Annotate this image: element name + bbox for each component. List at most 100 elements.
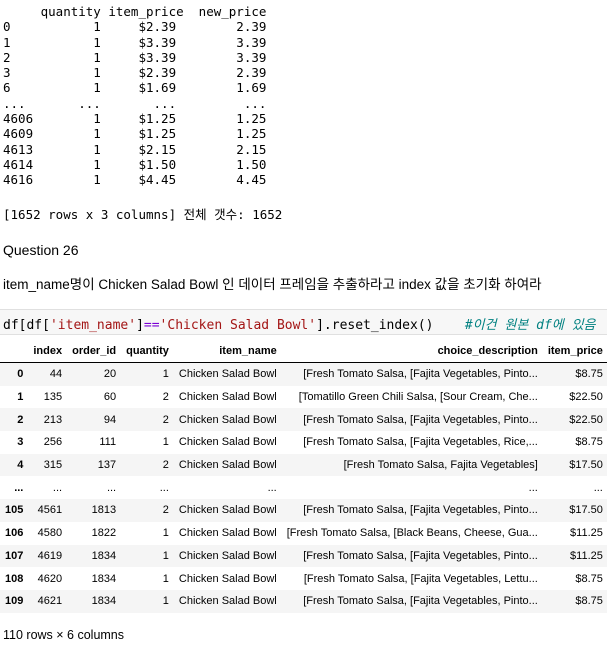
table-cell: 1 — [121, 589, 174, 613]
code-operator: == — [143, 318, 160, 333]
table-cell: [Fresh Tomato Salsa, [Fajita Vegetables,… — [281, 362, 543, 386]
column-header: order_id — [67, 340, 122, 363]
table-cell: 213 — [28, 408, 68, 432]
rows-summary: 110 rows × 6 columns — [3, 628, 125, 642]
table-row: 1 135 60 2 Chicken Salad Bowl [Tomatillo Gree… — [0, 386, 607, 409]
table-cell: 1 — [121, 544, 174, 568]
table-cell: 1 — [162, 527, 169, 540]
code-string: 'Chicken Salad Bowl' — [159, 318, 317, 333]
table-cell: $8.75 — [575, 572, 603, 585]
table-cell: 4580 — [37, 527, 63, 540]
table-header-row: index order_id quantity item_name choice_des… — [0, 340, 607, 363]
table-cell: $22.50 — [542, 408, 607, 432]
table-cell: 1822 — [91, 527, 117, 540]
table-cell: Chicken Salad Bowl — [178, 527, 277, 540]
row-index: 0 — [0, 362, 29, 386]
output-line: quantity item_price new_price — [3, 4, 267, 19]
column-header: quantity — [121, 340, 174, 363]
table-cell: Chicken Salad Bowl — [173, 589, 282, 613]
output-line: 3 1 $2.39 2.39 — [3, 65, 267, 81]
table-cell: 2 — [121, 408, 174, 432]
code-string: 'item_name' — [49, 318, 137, 333]
question-title: Question 26 — [3, 242, 79, 258]
row-index: 105 — [0, 499, 29, 522]
code-cell[interactable]: df[df['item_name']=='Chicken Salad Bowl'… — [0, 309, 607, 335]
table-cell: Chicken Salad Bowl — [178, 391, 277, 404]
table-cell: [Fresh Tomato Salsa, [Fajita Vegetables,… — [281, 589, 543, 613]
table-cell: $8.75 — [542, 589, 607, 613]
dataframe-table: index order_id quantity item_name choice_des… — [0, 340, 607, 613]
table-row: 4 315 137 2 Chicken Salad Bowl [Fresh Tomato … — [0, 453, 607, 477]
table-cell: 20 — [67, 362, 122, 386]
output-line: 0 1 $2.39 2.39 — [3, 19, 267, 35]
column-header: item_price — [542, 340, 607, 363]
table-cell: [Fresh Tomato Salsa, Fajita Vegetables] — [281, 453, 543, 477]
table-row: 109 4621 1834 1 Chicken Salad Bowl [Fresh Tom… — [0, 589, 607, 613]
table-cell: Chicken Salad Bowl — [173, 408, 282, 432]
table-cell: $11.25 — [542, 544, 607, 568]
table-cell: [Fresh Tomato Salsa, [Black Beans, Chees… — [286, 527, 538, 540]
output-summary: [1652 rows x 3 columns] 전체 갯수: 1652 — [3, 207, 283, 222]
question-description: item_name명이 Chicken Salad Bowl 인 데이터 프레임… — [3, 277, 542, 292]
table-cell: 60 — [103, 391, 117, 404]
table-cell: 2 — [162, 391, 169, 404]
table-row: 2 213 94 2 Chicken Salad Bowl [Fresh Tomato S… — [0, 408, 607, 432]
table-cell: [Fresh Tomato Salsa, [Fajita Vegetables,… — [281, 544, 543, 568]
table-cell: $8.75 — [542, 362, 607, 386]
table-cell: 315 — [28, 453, 68, 477]
row-index: 109 — [0, 589, 29, 613]
table-row: 106 4580 1822 1 Chicken Salad Bowl [Fresh Tom… — [0, 522, 607, 545]
output-line: 4616 1 $4.45 4.45 — [3, 172, 267, 188]
table-cell: ... — [52, 481, 63, 494]
table-cell: ... — [593, 481, 603, 494]
table-cell: 94 — [67, 408, 122, 432]
output-line: 4614 1 $1.50 1.50 — [3, 156, 267, 172]
row-index: 106 — [5, 527, 24, 540]
table-cell: 111 — [99, 436, 117, 449]
row-index: 2 — [0, 408, 29, 432]
table-cell: 1813 — [67, 499, 122, 522]
table-row: 107 4619 1834 1 Chicken Salad Bowl [Fresh Tom… — [0, 544, 607, 568]
table-cell: 1 — [121, 362, 174, 386]
row-index: 1 — [17, 391, 24, 404]
table-cell: $11.25 — [570, 527, 603, 540]
output-line: 6 1 $1.69 1.69 — [3, 80, 267, 96]
table-cell: 2 — [121, 453, 174, 477]
code-line[interactable]: df[df['item_name']=='Chicken Salad Bowl'… — [3, 314, 596, 333]
table-row: ..................... — [0, 476, 607, 499]
table-cell: 4619 — [28, 544, 68, 568]
table-cell: ... — [106, 481, 117, 494]
column-header: choice_description — [281, 340, 543, 363]
table-cell: [Fresh Tomato Salsa, [Fajita Vegetables,… — [303, 572, 538, 585]
code-token: ].reset_index() — [316, 318, 434, 333]
row-index: 107 — [0, 544, 29, 568]
table-row: 105 4561 1813 2 Chicken Salad Bowl [Fresh Tom… — [0, 499, 607, 522]
table-cell: Chicken Salad Bowl — [173, 499, 282, 522]
table-cell: 1834 — [67, 589, 122, 613]
code-token: ] — [136, 318, 144, 333]
table-cell: ... — [267, 481, 277, 494]
column-header: item_name — [173, 340, 282, 363]
table-cell: $8.75 — [575, 436, 603, 449]
row-index: ... — [14, 481, 24, 494]
table-cell: Chicken Salad Bowl — [178, 436, 277, 449]
code-comment: #이건 원본 df에 있음 — [464, 318, 596, 333]
row-index: 108 — [5, 572, 24, 585]
table-cell: 1 — [162, 572, 169, 585]
table-cell: [Fresh Tomato Salsa, [Fajita Vegetables,… — [281, 408, 543, 432]
table-cell: 44 — [28, 362, 68, 386]
table-cell: [Fresh Tomato Salsa, [Fajita Vegetables,… — [281, 499, 543, 522]
table-cell: 4621 — [28, 589, 68, 613]
output-line: 1 1 $3.39 3.39 — [3, 34, 267, 50]
table-cell: 256 — [43, 436, 63, 449]
table-cell: 4561 — [28, 499, 68, 522]
output-line: 4606 1 $1.25 1.25 — [3, 111, 267, 127]
table-row: 3 256 111 1 Chicken Salad Bowl [Fresh Tomato … — [0, 431, 607, 454]
table-cell: [Fresh Tomato Salsa, [Fajita Vegetables,… — [303, 436, 538, 449]
output-line: 4613 1 $2.15 2.15 — [3, 141, 267, 157]
table-cell: Chicken Salad Bowl — [173, 453, 282, 477]
table-row: 108 4620 1834 1 Chicken Salad Bowl [Fresh Tom… — [0, 567, 607, 590]
table-cell: $22.50 — [569, 391, 603, 404]
table-cell: ... — [159, 481, 169, 494]
table-cell: 137 — [67, 453, 122, 477]
